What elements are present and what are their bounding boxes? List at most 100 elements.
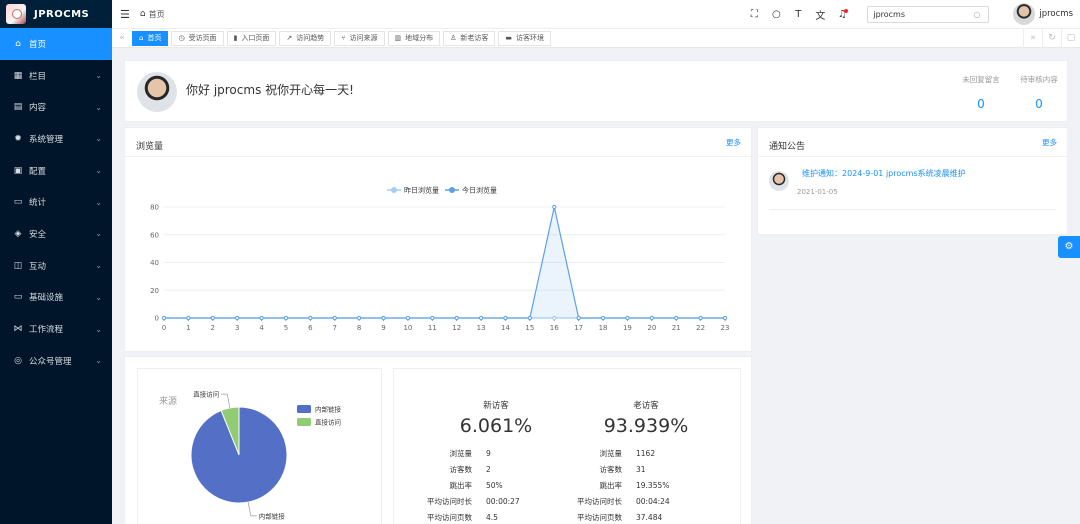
translate-icon[interactable]: 文 xyxy=(809,7,831,22)
search-box[interactable]: ○ xyxy=(867,6,989,23)
monitor-icon: ▭ xyxy=(13,197,23,207)
header-tools: ⛶○T文♫ ○ jprocms xyxy=(743,0,1080,28)
pending-review-stat[interactable]: 待审核内容 0 xyxy=(1009,74,1069,111)
y-tick-label: 40 xyxy=(150,259,159,267)
data-point[interactable] xyxy=(650,316,653,319)
pie-label-line xyxy=(248,502,257,516)
username[interactable]: jprocms xyxy=(1039,9,1073,19)
sidebar-item[interactable]: ⋈工作流程⌄ xyxy=(0,313,112,345)
data-point[interactable] xyxy=(504,316,507,319)
sidebar-item-label: 配置 xyxy=(29,165,95,177)
sidebar-item-label: 基础设施 xyxy=(29,291,95,303)
data-point[interactable] xyxy=(358,316,361,319)
search-icon[interactable]: ○ xyxy=(765,9,787,20)
data-point[interactable] xyxy=(455,316,458,319)
sidebar-item-label: 首页 xyxy=(29,38,102,50)
breadcrumb[interactable]: 首页 xyxy=(149,9,165,20)
sidebar-item[interactable]: ▤内容⌄ xyxy=(0,91,112,123)
tabs-menu-icon[interactable]: ▢ xyxy=(1061,29,1080,48)
notification-dot xyxy=(844,9,848,13)
x-tick-label: 1 xyxy=(186,324,190,332)
chevron-down-icon: ⌄ xyxy=(95,71,102,80)
data-point[interactable] xyxy=(211,316,214,319)
data-point[interactable] xyxy=(260,316,263,319)
data-point[interactable] xyxy=(406,316,409,319)
page-tab[interactable]: ⌂首页 xyxy=(132,31,168,46)
page-tab[interactable]: ▬访客环境 xyxy=(498,31,551,46)
sidebar-item[interactable]: ◎公众号管理⌄ xyxy=(0,345,112,377)
shield-icon: ◈ xyxy=(13,229,23,239)
data-point[interactable] xyxy=(333,316,336,319)
legend-item[interactable]: 今日浏览量 xyxy=(445,186,497,195)
data-point[interactable] xyxy=(675,316,678,319)
page-tab[interactable]: ▮入口页面 xyxy=(227,31,277,46)
legend-item[interactable]: 昨日浏览量 xyxy=(387,186,439,195)
legend-swatch xyxy=(297,405,311,413)
legend-item[interactable]: 内部链接 xyxy=(297,405,342,414)
sidebar-item[interactable]: ▭基础设施⌄ xyxy=(0,282,112,314)
sidebar-item[interactable]: ◈安全⌄ xyxy=(0,218,112,250)
data-point[interactable] xyxy=(553,205,556,208)
data-point[interactable] xyxy=(382,316,385,319)
data-point[interactable] xyxy=(577,316,580,319)
refresh-icon[interactable]: ↻ xyxy=(1042,29,1061,48)
data-point[interactable] xyxy=(723,316,726,319)
x-tick-label: 21 xyxy=(672,324,681,332)
font-size-icon[interactable]: T xyxy=(787,9,809,20)
breadcrumb-home-icon[interactable]: ⌂ xyxy=(140,9,146,19)
chevron-down-icon: ⌄ xyxy=(95,356,102,365)
sidebar-item[interactable]: ⌂首页 xyxy=(0,28,112,60)
tabs-scroll-left-icon[interactable]: « xyxy=(112,33,132,43)
data-point[interactable] xyxy=(187,316,190,319)
sidebar-item[interactable]: ✹系统管理⌄ xyxy=(0,123,112,155)
visitor-compare-card: 新访客6.061%浏览量9访客数2跳出率50%平均访问时长00:00:27平均访… xyxy=(393,368,741,524)
brand-name: JPROCMS xyxy=(34,9,89,20)
x-tick-label: 4 xyxy=(259,324,264,332)
data-point[interactable] xyxy=(162,316,165,319)
sidebar-item-label: 内容 xyxy=(29,101,95,113)
pie-slice[interactable] xyxy=(191,407,287,503)
page-tab[interactable]: ⑂访问来源 xyxy=(334,31,384,46)
data-point[interactable] xyxy=(284,316,287,319)
sidebar-item[interactable]: ▭统计⌄ xyxy=(0,186,112,218)
data-point[interactable] xyxy=(699,316,702,319)
page-tabs: ⌂首页◷受访页面 ▮入口页面↗访问趋势⑂访问来源 ▥地域分布♙新老访客▬访客环境 xyxy=(132,31,554,46)
data-point[interactable] xyxy=(626,316,629,319)
page-tab[interactable]: ◷受访页面 xyxy=(171,31,223,46)
page-tab[interactable]: ▥地域分布 xyxy=(388,31,441,46)
data-point[interactable] xyxy=(528,316,531,319)
page-tab[interactable]: ↗访问趋势 xyxy=(279,31,331,46)
sidebar-item[interactable]: ▣配置⌄ xyxy=(0,155,112,187)
metric-label: 跳出率 xyxy=(416,480,486,491)
avatar[interactable] xyxy=(1013,3,1035,25)
tabs-scroll-right-icon[interactable]: » xyxy=(1023,29,1042,48)
data-point[interactable] xyxy=(601,316,604,319)
visitor-percent: 93.939% xyxy=(566,415,726,437)
legend-item[interactable]: 直接访问 xyxy=(297,418,341,427)
search-field-icon[interactable]: ○ xyxy=(973,10,980,19)
data-point[interactable] xyxy=(236,316,239,319)
data-point[interactable] xyxy=(431,316,434,319)
legend-marker xyxy=(449,187,455,193)
notice-more-link[interactable]: 更多 xyxy=(1042,137,1057,148)
data-point[interactable] xyxy=(309,316,312,319)
sidebar-item[interactable]: ◫互动⌄ xyxy=(0,250,112,282)
stat-value[interactable]: 0 xyxy=(1009,97,1069,111)
sidebar-item[interactable]: ▦栏目⌄ xyxy=(0,60,112,92)
notice-item-link[interactable]: 维护通知：2024-9-01 jprocms系统凌晨维护 xyxy=(802,168,966,179)
search-input[interactable] xyxy=(873,10,973,19)
chevron-down-icon: ⌄ xyxy=(95,261,102,270)
page-tab[interactable]: ♙新老访客 xyxy=(443,31,495,46)
metric-value: 2 xyxy=(486,465,576,474)
config-icon: ▣ xyxy=(13,166,23,176)
fullscreen-icon[interactable]: ⛶ xyxy=(743,9,765,20)
stat-value[interactable]: 0 xyxy=(951,97,1011,111)
data-point[interactable] xyxy=(479,316,482,319)
unreplied-messages-stat[interactable]: 未回复留言 0 xyxy=(951,74,1011,111)
tab-label: 首页 xyxy=(147,33,161,43)
bell-icon[interactable]: ♫ xyxy=(831,9,853,20)
metric-row: 访客数31 xyxy=(566,462,726,478)
settings-gear-icon[interactable]: ⚙ xyxy=(1058,236,1080,258)
menu-toggle-icon[interactable]: ☰ xyxy=(120,8,130,21)
sidebar-item-label: 互动 xyxy=(29,260,95,272)
